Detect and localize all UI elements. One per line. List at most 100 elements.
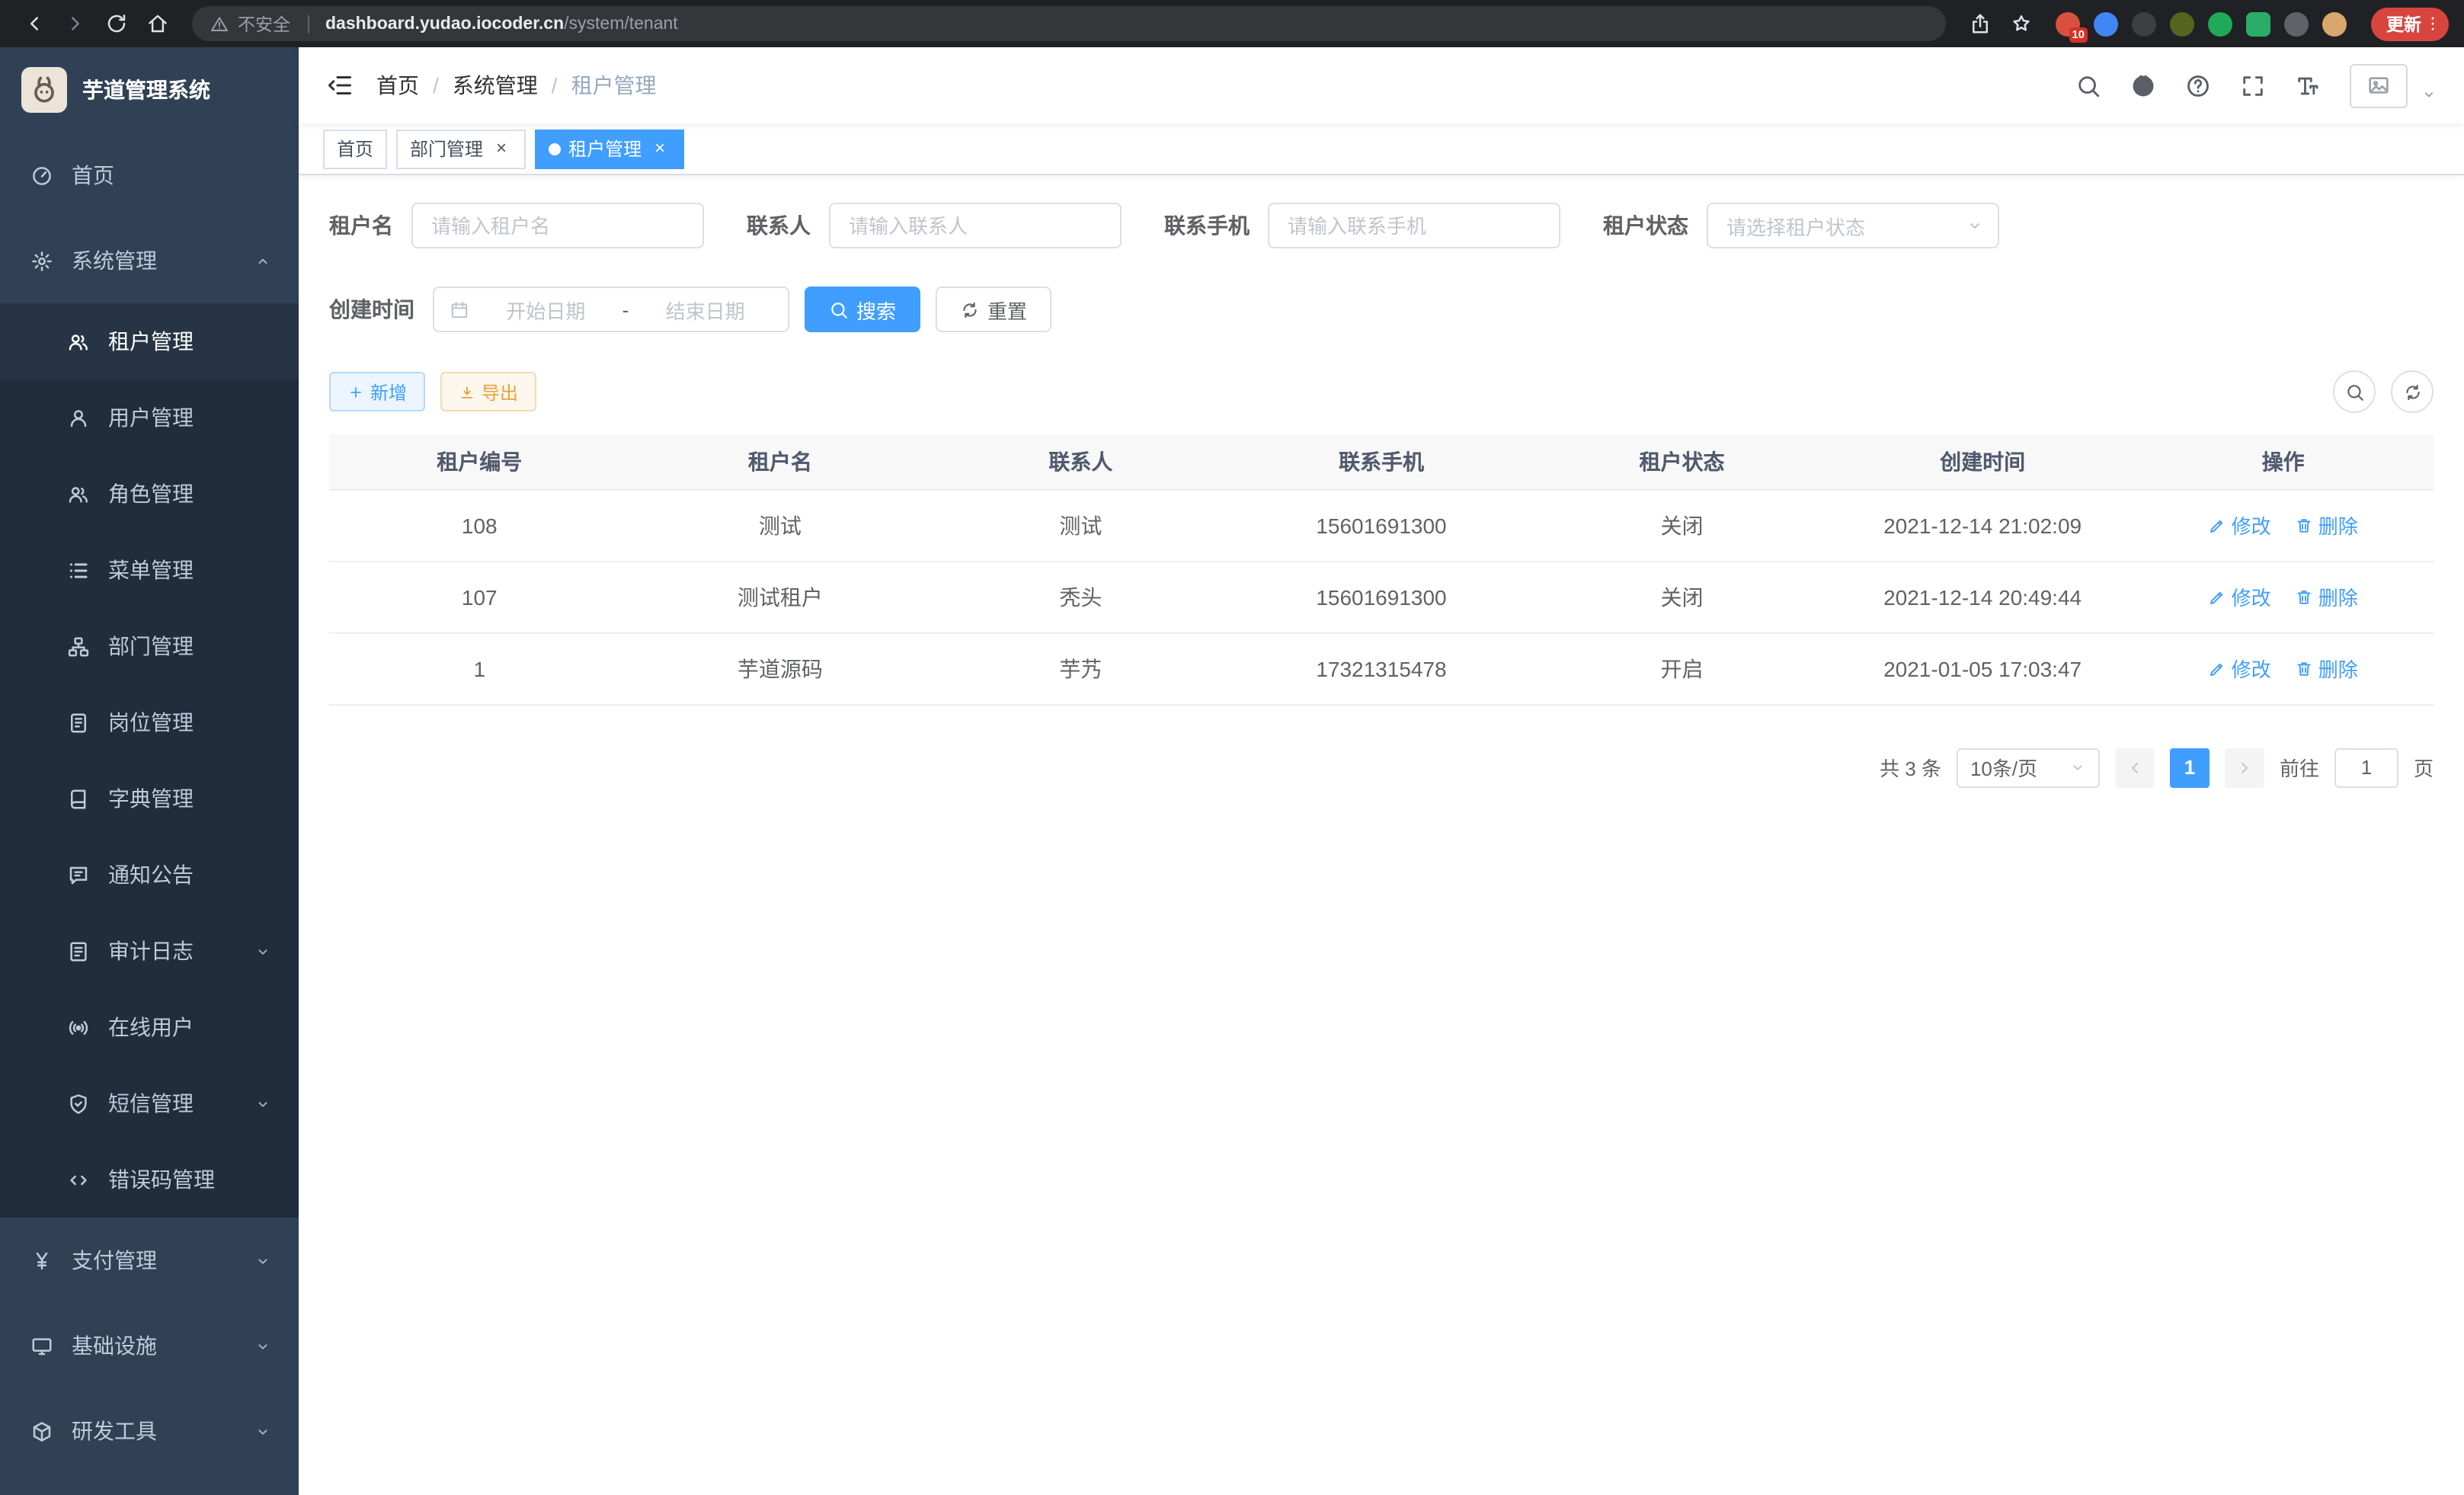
avatar[interactable] — [2350, 63, 2408, 107]
column-header: 租户编号 — [329, 434, 630, 489]
reset-button-icon — [960, 299, 980, 319]
sidebar-item-pay[interactable]: 支付管理 — [0, 1218, 299, 1303]
sidebar-item-sms[interactable]: 短信管理 — [0, 1065, 299, 1141]
browser-update-button[interactable]: 更新 — [2371, 7, 2449, 40]
sidebar-item-error-code[interactable]: 错误码管理 — [0, 1141, 299, 1218]
users-icon — [67, 482, 90, 505]
phone-input[interactable] — [1268, 203, 1560, 248]
search-button[interactable]: 搜索 — [805, 287, 920, 332]
status-select[interactable]: 请选择租户状态 — [1707, 203, 1999, 248]
breadcrumb-home[interactable]: 首页 — [376, 70, 419, 101]
download-icon — [459, 383, 475, 400]
sidebar-toggle-icon[interactable] — [326, 72, 354, 99]
reset-button[interactable]: 重置 — [936, 287, 1051, 332]
extension-icon[interactable] — [2208, 11, 2232, 36]
sidebar-item-menu[interactable]: 菜单管理 — [0, 532, 299, 608]
extension-icon[interactable] — [2132, 11, 2156, 36]
hide-search-button[interactable] — [2333, 370, 2376, 413]
help-icon[interactable] — [2185, 72, 2211, 98]
caret-down-icon[interactable] — [2421, 86, 2437, 101]
breadcrumb-system[interactable]: 系统管理 — [453, 70, 538, 101]
github-icon[interactable] — [2130, 72, 2156, 98]
column-header: 租户名 — [630, 434, 931, 489]
page-size-select[interactable]: 10条/页 — [1957, 748, 2100, 787]
phone-label: 联系手机 — [1164, 210, 1268, 241]
pagination-page-1[interactable]: 1 — [2170, 748, 2210, 787]
sidebar-item-home[interactable]: 首页 — [0, 133, 299, 218]
sidebar-item-user[interactable]: 用户管理 — [0, 379, 299, 456]
sidebar-item-dict[interactable]: 字典管理 — [0, 760, 299, 837]
edit-row-button[interactable]: 修改 — [2209, 582, 2271, 611]
sidebar-item-infra[interactable]: 基础设施 — [0, 1303, 299, 1388]
delete-row-button[interactable]: 删除 — [2296, 654, 2358, 683]
cell-tenant-id: 107 — [329, 561, 630, 632]
address-bar[interactable]: 不安全 dashboard.yudao.iocoder.cn/system/te… — [192, 6, 1946, 41]
date-separator: - — [622, 298, 629, 321]
export-button[interactable]: 导出 — [440, 372, 536, 411]
extension-icon[interactable]: 10 — [2056, 11, 2080, 36]
extension-icon[interactable] — [2094, 11, 2118, 36]
chevron-down-icon — [254, 1423, 271, 1439]
search-button-icon — [829, 299, 849, 319]
header-search-icon[interactable] — [2075, 72, 2101, 98]
sidebar-item-post[interactable]: 岗位管理 — [0, 684, 299, 760]
tab-home[interactable]: 首页 — [323, 129, 387, 168]
sidebar-item-system[interactable]: 系统管理 — [0, 218, 299, 303]
active-tab-dot — [549, 142, 561, 155]
bookmark-star-icon[interactable] — [2002, 5, 2040, 43]
browser-reload-icon[interactable] — [98, 5, 136, 43]
close-tab-icon[interactable]: × — [491, 138, 512, 159]
cell-contact: 测试 — [930, 489, 1231, 561]
table-row: 108测试测试15601691300关闭2021-12-14 21:02:09修… — [329, 489, 2434, 561]
sidebar-item-audit-log[interactable]: 审计日志 — [0, 913, 299, 989]
goto-prefix: 前往 — [2280, 753, 2319, 782]
share-icon[interactable] — [1961, 5, 1999, 43]
delete-row-button[interactable]: 删除 — [2296, 511, 2358, 539]
sidebar-item-dev-tool[interactable]: 研发工具 — [0, 1388, 299, 1474]
pagination-next-button[interactable] — [2225, 748, 2264, 787]
edit-icon — [2209, 587, 2227, 606]
cell-created: 2021-12-14 20:49:44 — [1832, 561, 2133, 632]
app-logo[interactable]: 芋道管理系统 — [0, 47, 299, 133]
extension-icon[interactable] — [2170, 11, 2194, 36]
sidebar-item-tenant[interactable]: 租户管理 — [0, 303, 299, 379]
font-size-icon[interactable] — [2295, 72, 2321, 98]
sidebar-item-role[interactable]: 角色管理 — [0, 456, 299, 532]
contact-input[interactable] — [829, 203, 1122, 248]
cell-tenant-id: 108 — [329, 489, 630, 561]
sidebar-item-notice[interactable]: 通知公告 — [0, 837, 299, 913]
extensions-bar: 10 — [2056, 11, 2347, 36]
edit-row-button[interactable]: 修改 — [2209, 511, 2271, 539]
browser-forward-icon[interactable] — [56, 5, 94, 43]
edit-row-button[interactable]: 修改 — [2209, 654, 2271, 683]
tab-tenant[interactable]: 租户管理× — [535, 129, 684, 168]
column-header: 联系手机 — [1231, 434, 1532, 489]
cell-status: 关闭 — [1531, 561, 1832, 632]
sidebar-item-dept[interactable]: 部门管理 — [0, 608, 299, 684]
delete-row-button[interactable]: 删除 — [2296, 582, 2358, 611]
extension-icon[interactable] — [2322, 11, 2347, 36]
browser-back-icon[interactable] — [15, 5, 53, 43]
cell-created: 2021-12-14 21:02:09 — [1832, 489, 2133, 561]
delete-icon — [2296, 587, 2314, 606]
navbar-actions — [2075, 63, 2437, 107]
fullscreen-icon[interactable] — [2240, 72, 2266, 98]
page-url: dashboard.yudao.iocoder.cn/system/tenant — [325, 14, 678, 33]
pagination-prev-button[interactable] — [2115, 748, 2155, 787]
table-header-row: 租户编号租户名联系人联系手机租户状态创建时间操作 — [329, 434, 2434, 489]
security-warning-icon[interactable] — [210, 14, 229, 33]
extension-icon[interactable] — [2284, 11, 2309, 36]
refresh-table-button[interactable] — [2391, 370, 2434, 413]
add-button[interactable]: 新增 — [329, 372, 425, 411]
table-row: 1芋道源码芋艿17321315478开启2021-01-05 17:03:47修… — [329, 632, 2434, 704]
tab-dept[interactable]: 部门管理× — [396, 129, 526, 168]
browser-home-icon[interactable] — [139, 5, 177, 43]
goto-page-input[interactable] — [2334, 748, 2398, 787]
close-tab-icon[interactable]: × — [649, 138, 670, 159]
extension-icon[interactable] — [2246, 11, 2270, 36]
page-content: 租户名 联系人 联系手机 租户状态 请选择租户状态 — [299, 175, 2464, 1495]
tenant-name-input[interactable] — [411, 203, 704, 248]
tags-view: 首页部门管理×租户管理× — [299, 123, 2464, 175]
create-time-range-picker[interactable]: 开始日期 - 结束日期 — [433, 287, 789, 332]
sidebar-item-online-user[interactable]: 在线用户 — [0, 989, 299, 1065]
